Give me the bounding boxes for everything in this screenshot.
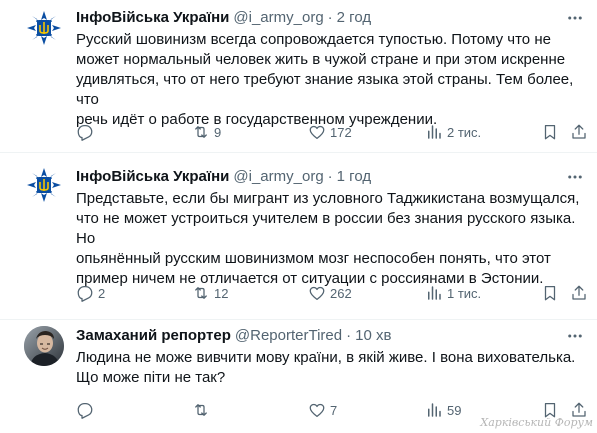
army-emblem-icon xyxy=(24,8,64,48)
views-icon xyxy=(428,403,441,417)
author-handle[interactable]: @ReporterTired xyxy=(235,326,342,346)
tweet-text: Русский шовинизм всегда сопровождается т… xyxy=(76,31,574,128)
author-name[interactable]: ІнфоВійська України xyxy=(76,167,229,187)
tweet-text: Представьте, если бы мигрант из условног… xyxy=(76,190,580,287)
retweet-button[interactable]: 9 xyxy=(192,122,221,142)
views-button[interactable]: 59 xyxy=(425,400,461,420)
more-dots-icon xyxy=(568,334,582,338)
bookmark-icon xyxy=(544,285,556,301)
separator-dot: · xyxy=(327,168,333,185)
action-bar: 2 12 262 1 тис. xyxy=(76,283,586,303)
reply-button[interactable]: 2 xyxy=(76,283,105,303)
timestamp[interactable]: 2 год xyxy=(337,8,371,28)
like-count: 172 xyxy=(330,124,352,140)
like-button[interactable]: 7 xyxy=(308,400,337,420)
timestamp[interactable]: 1 год xyxy=(337,167,371,187)
timestamp[interactable]: 10 хв xyxy=(355,326,391,346)
like-count: 262 xyxy=(330,285,352,301)
tweet-header: ІнфоВійська України @i_army_org · 2 год xyxy=(76,8,557,28)
retweet-count: 12 xyxy=(214,285,229,301)
share-button[interactable] xyxy=(570,122,588,142)
army-emblem-icon xyxy=(24,165,64,205)
reply-icon xyxy=(77,402,93,419)
separator-dot: · xyxy=(327,9,333,26)
views-count: 1 тис. xyxy=(447,285,482,301)
separator-dot: · xyxy=(346,327,352,344)
retweet-button[interactable]: 12 xyxy=(192,283,228,303)
more-dots-icon xyxy=(568,16,582,20)
heart-icon xyxy=(309,403,325,418)
views-count: 59 xyxy=(447,402,462,418)
heart-icon xyxy=(309,125,325,140)
avatar[interactable] xyxy=(24,8,64,48)
person-photo-icon xyxy=(24,326,64,366)
reply-button[interactable] xyxy=(76,122,98,142)
retweet-icon xyxy=(195,287,207,299)
tweet-text: Людина не може вивчити мову країни, в як… xyxy=(76,349,576,386)
avatar[interactable] xyxy=(24,165,64,205)
like-button[interactable]: 262 xyxy=(308,283,352,303)
views-button[interactable]: 1 тис. xyxy=(425,283,481,303)
share-button[interactable] xyxy=(570,283,588,303)
views-count: 2 тис. xyxy=(447,124,482,140)
tweet[interactable]: ІнфоВійська України @i_army_org · 1 год … xyxy=(0,153,597,319)
author-name[interactable]: ІнфоВійська України xyxy=(76,8,229,28)
author-handle[interactable]: @i_army_org xyxy=(233,167,323,187)
reply-button[interactable] xyxy=(76,400,98,420)
views-icon xyxy=(428,125,441,139)
bookmark-button[interactable] xyxy=(541,122,559,142)
reply-icon xyxy=(77,285,93,302)
views-button[interactable]: 2 тис. xyxy=(425,122,481,142)
avatar[interactable] xyxy=(24,326,64,366)
reply-count: 2 xyxy=(98,285,106,301)
like-button[interactable]: 172 xyxy=(308,122,352,142)
more-button[interactable] xyxy=(565,167,585,187)
share-icon xyxy=(572,124,586,139)
tweet-header: ІнфоВійська України @i_army_org · 1 год xyxy=(76,167,557,187)
author-handle[interactable]: @i_army_org xyxy=(233,8,323,28)
more-button[interactable] xyxy=(565,8,585,28)
action-bar: 9 172 2 тис. xyxy=(76,122,586,142)
retweet-icon xyxy=(195,404,207,416)
more-dots-icon xyxy=(568,175,582,179)
watermark: Харківський Форум xyxy=(480,416,593,429)
share-icon xyxy=(572,285,586,300)
views-icon xyxy=(428,286,441,300)
more-button[interactable] xyxy=(565,326,585,346)
bookmark-button[interactable] xyxy=(541,283,559,303)
heart-icon xyxy=(309,286,325,301)
retweet-count: 9 xyxy=(214,124,222,140)
author-name[interactable]: Замаханий репортер xyxy=(76,326,231,346)
like-count: 7 xyxy=(330,402,338,418)
tweet[interactable]: ІнфоВійська України @i_army_org · 2 год … xyxy=(0,0,597,152)
retweet-button[interactable] xyxy=(192,400,214,420)
retweet-icon xyxy=(195,126,207,138)
tweet-header: Замаханий репортер @ReporterTired · 10 х… xyxy=(76,326,557,346)
bookmark-icon xyxy=(544,124,556,140)
reply-icon xyxy=(77,124,93,141)
